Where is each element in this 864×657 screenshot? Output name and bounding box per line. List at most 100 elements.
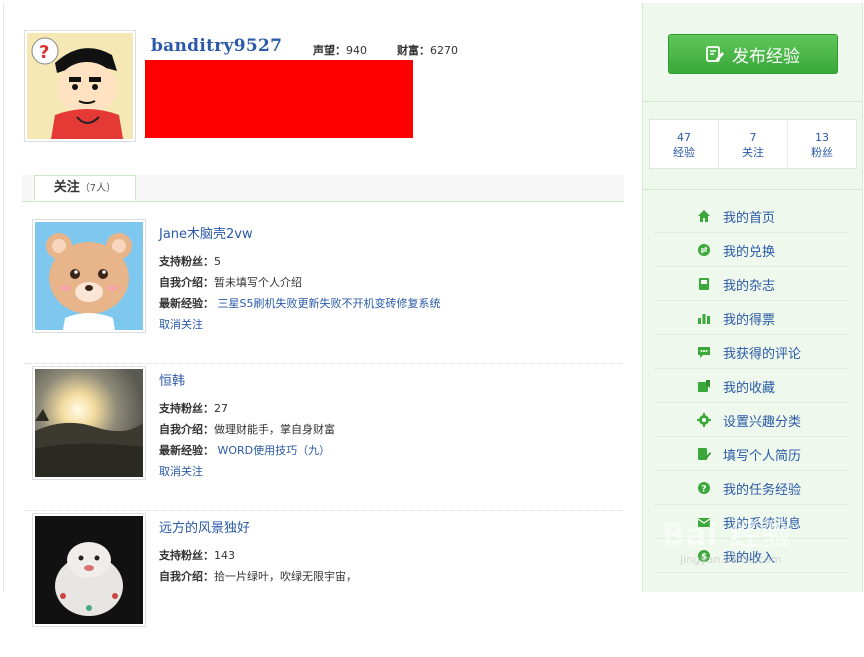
stat-follow-value: 7 xyxy=(749,131,757,144)
sunset-avatar-image xyxy=(35,369,143,477)
follow-name[interactable]: Jane木脑壳2vw xyxy=(159,223,253,242)
latest-experience-link[interactable]: 三星S5刷机失败更新失败不开机变砖修复系统 xyxy=(218,297,441,310)
intro-value: 暂未填写个人介绍 xyxy=(214,276,302,289)
sidebar-divider xyxy=(643,101,862,102)
fans-value: 143 xyxy=(214,549,235,562)
page: ? banditry9527 声望：940 财富：6270 关注（7人） Jan… xyxy=(0,0,864,627)
sidebar-item-tasks[interactable]: ? 我的任务经验 xyxy=(655,471,847,505)
sidebar-item-favorites[interactable]: 我的收藏 xyxy=(655,369,847,403)
unfollow-link[interactable]: 取消关注 xyxy=(159,316,203,332)
stat-experience-label: 经验 xyxy=(673,146,695,159)
follow-avatar[interactable] xyxy=(32,513,146,627)
follow-fans-row: 支持粉丝：27 xyxy=(159,400,228,416)
sidebar-divider xyxy=(643,189,862,190)
follow-name[interactable]: 远方的风景独好 xyxy=(159,517,250,536)
comment-icon xyxy=(698,347,710,358)
cartoon-avatar-image: ? xyxy=(27,33,133,139)
stat-fans-label: 粉丝 xyxy=(811,146,833,159)
stat-fans[interactable]: 13 粉丝 xyxy=(787,120,856,168)
stat-follow-label: 关注 xyxy=(742,146,764,159)
exchange-icon xyxy=(698,244,710,256)
baidu-watermark: Bai 经验 xyxy=(662,518,792,553)
follow-list-item: 远方的风景独好 支持粉丝：143 自我介绍：拾一片绿叶，吹绿无限宇宙， xyxy=(24,511,624,657)
edit-icon xyxy=(698,448,711,460)
follow-fans-row: 支持粉丝：143 xyxy=(159,547,235,563)
gear-icon xyxy=(697,413,711,427)
follow-avatar[interactable] xyxy=(32,219,146,333)
cake-avatar-image xyxy=(35,516,143,624)
intro-value: 做理财能手，掌自身财富 xyxy=(214,423,335,436)
favorite-icon xyxy=(698,380,710,392)
reputation-stat: 声望：940 xyxy=(313,42,367,58)
follow-intro-row: 自我介绍：暂未填写个人介绍 xyxy=(159,274,302,290)
magazine-icon xyxy=(699,278,709,290)
user-stats: 47 经验 7 关注 13 粉丝 xyxy=(649,119,857,169)
follow-latest-row: 最新经验： WORD使用技巧（九） xyxy=(159,442,330,458)
publish-experience-button[interactable]: 发布经验 xyxy=(668,34,838,74)
follow-fans-row: 支持粉丝：5 xyxy=(159,253,221,269)
fans-value: 27 xyxy=(214,402,228,415)
sidebar-item-label: 我的首页 xyxy=(723,211,776,226)
sidebar-item-magazine[interactable]: 我的杂志 xyxy=(655,267,847,301)
follow-name[interactable]: 恒韩 xyxy=(159,370,185,389)
sidebar-item-label: 我获得的评论 xyxy=(723,347,802,362)
fans-label: 支持粉丝： xyxy=(159,402,214,415)
wealth-label: 财富： xyxy=(397,44,430,57)
wealth-value: 6270 xyxy=(430,44,458,57)
reputation-label: 声望： xyxy=(313,44,346,57)
latest-experience-link[interactable]: WORD使用技巧（九） xyxy=(218,444,331,457)
baidu-watermark-url: jingyan.baidu.com xyxy=(680,553,782,566)
sidebar-item-home[interactable]: 我的首页 xyxy=(655,199,847,233)
stat-follow[interactable]: 7 关注 xyxy=(718,120,787,168)
stat-experience-value: 47 xyxy=(677,131,691,144)
follow-avatar[interactable] xyxy=(32,366,146,480)
bear-avatar-image xyxy=(35,222,143,330)
sidebar-item-label: 我的得票 xyxy=(723,313,776,328)
svg-text:?: ? xyxy=(701,485,706,495)
task-icon: ? xyxy=(698,482,710,495)
stat-experience[interactable]: 47 经验 xyxy=(650,120,718,168)
tab-follow-count: （7人） xyxy=(79,183,117,194)
follow-intro-row: 自我介绍：拾一片绿叶，吹绿无限宇宙， xyxy=(159,568,357,584)
svg-text:?: ? xyxy=(39,42,49,63)
sidebar-item-resume[interactable]: 填写个人简历 xyxy=(655,437,847,471)
fans-label: 支持粉丝： xyxy=(159,255,214,268)
intro-value: 拾一片绿叶，吹绿无限宇宙， xyxy=(214,570,357,583)
tab-follow[interactable]: 关注（7人） xyxy=(34,175,136,201)
fans-label: 支持粉丝： xyxy=(159,549,214,562)
tab-follow-label: 关注 xyxy=(53,180,80,195)
stat-fans-value: 13 xyxy=(815,131,829,144)
sidebar-item-votes[interactable]: 我的得票 xyxy=(655,301,847,335)
intro-label: 自我介绍： xyxy=(159,276,214,289)
follow-latest-row: 最新经验： 三星S5刷机失败更新失败不开机变砖修复系统 xyxy=(159,295,440,311)
follow-list-item: 恒韩 支持粉丝：27 自我介绍：做理财能手，掌自身财富 最新经验： WORD使用… xyxy=(24,364,624,511)
follow-list-item: Jane木脑壳2vw 支持粉丝：5 自我介绍：暂未填写个人介绍 最新经验： 三星… xyxy=(24,217,624,364)
sidebar-item-exchange[interactable]: 我的兑换 xyxy=(655,233,847,267)
sidebar-item-label: 我的杂志 xyxy=(723,279,776,294)
sidebar-item-comments[interactable]: 我获得的评论 xyxy=(655,335,847,369)
publish-label: 发布经验 xyxy=(732,46,800,67)
reputation-value: 940 xyxy=(346,44,367,57)
sidebar: 发布经验 47 经验 7 关注 13 粉丝 我的首页 我的兑换 我的杂志 我的得… xyxy=(642,3,863,592)
bar-chart-icon xyxy=(698,314,710,324)
unfollow-link[interactable]: 取消关注 xyxy=(159,463,203,479)
tab-bar: 关注（7人） xyxy=(22,175,624,202)
sidebar-item-label: 我的任务经验 xyxy=(723,483,802,498)
redacted-block xyxy=(145,60,413,138)
wealth-stat: 财富：6270 xyxy=(397,42,458,58)
intro-label: 自我介绍： xyxy=(159,423,214,436)
sidebar-item-label: 我的兑换 xyxy=(723,245,776,260)
sidebar-item-label: 填写个人简历 xyxy=(723,449,802,464)
profile-username[interactable]: banditry9527 xyxy=(151,36,282,56)
sidebar-item-label: 设置兴趣分类 xyxy=(723,415,802,430)
latest-label: 最新经验： xyxy=(159,297,214,310)
intro-label: 自我介绍： xyxy=(159,570,214,583)
follow-intro-row: 自我介绍：做理财能手，掌自身财富 xyxy=(159,421,335,437)
edit-document-icon xyxy=(706,46,724,62)
sidebar-item-interests[interactable]: 设置兴趣分类 xyxy=(655,403,847,437)
sidebar-item-label: 我的收藏 xyxy=(723,381,776,396)
home-icon xyxy=(698,210,710,222)
main-content: ? banditry9527 声望：940 财富：6270 关注（7人） Jan… xyxy=(3,3,642,627)
latest-label: 最新经验： xyxy=(159,444,214,457)
user-avatar[interactable]: ? xyxy=(24,30,136,142)
